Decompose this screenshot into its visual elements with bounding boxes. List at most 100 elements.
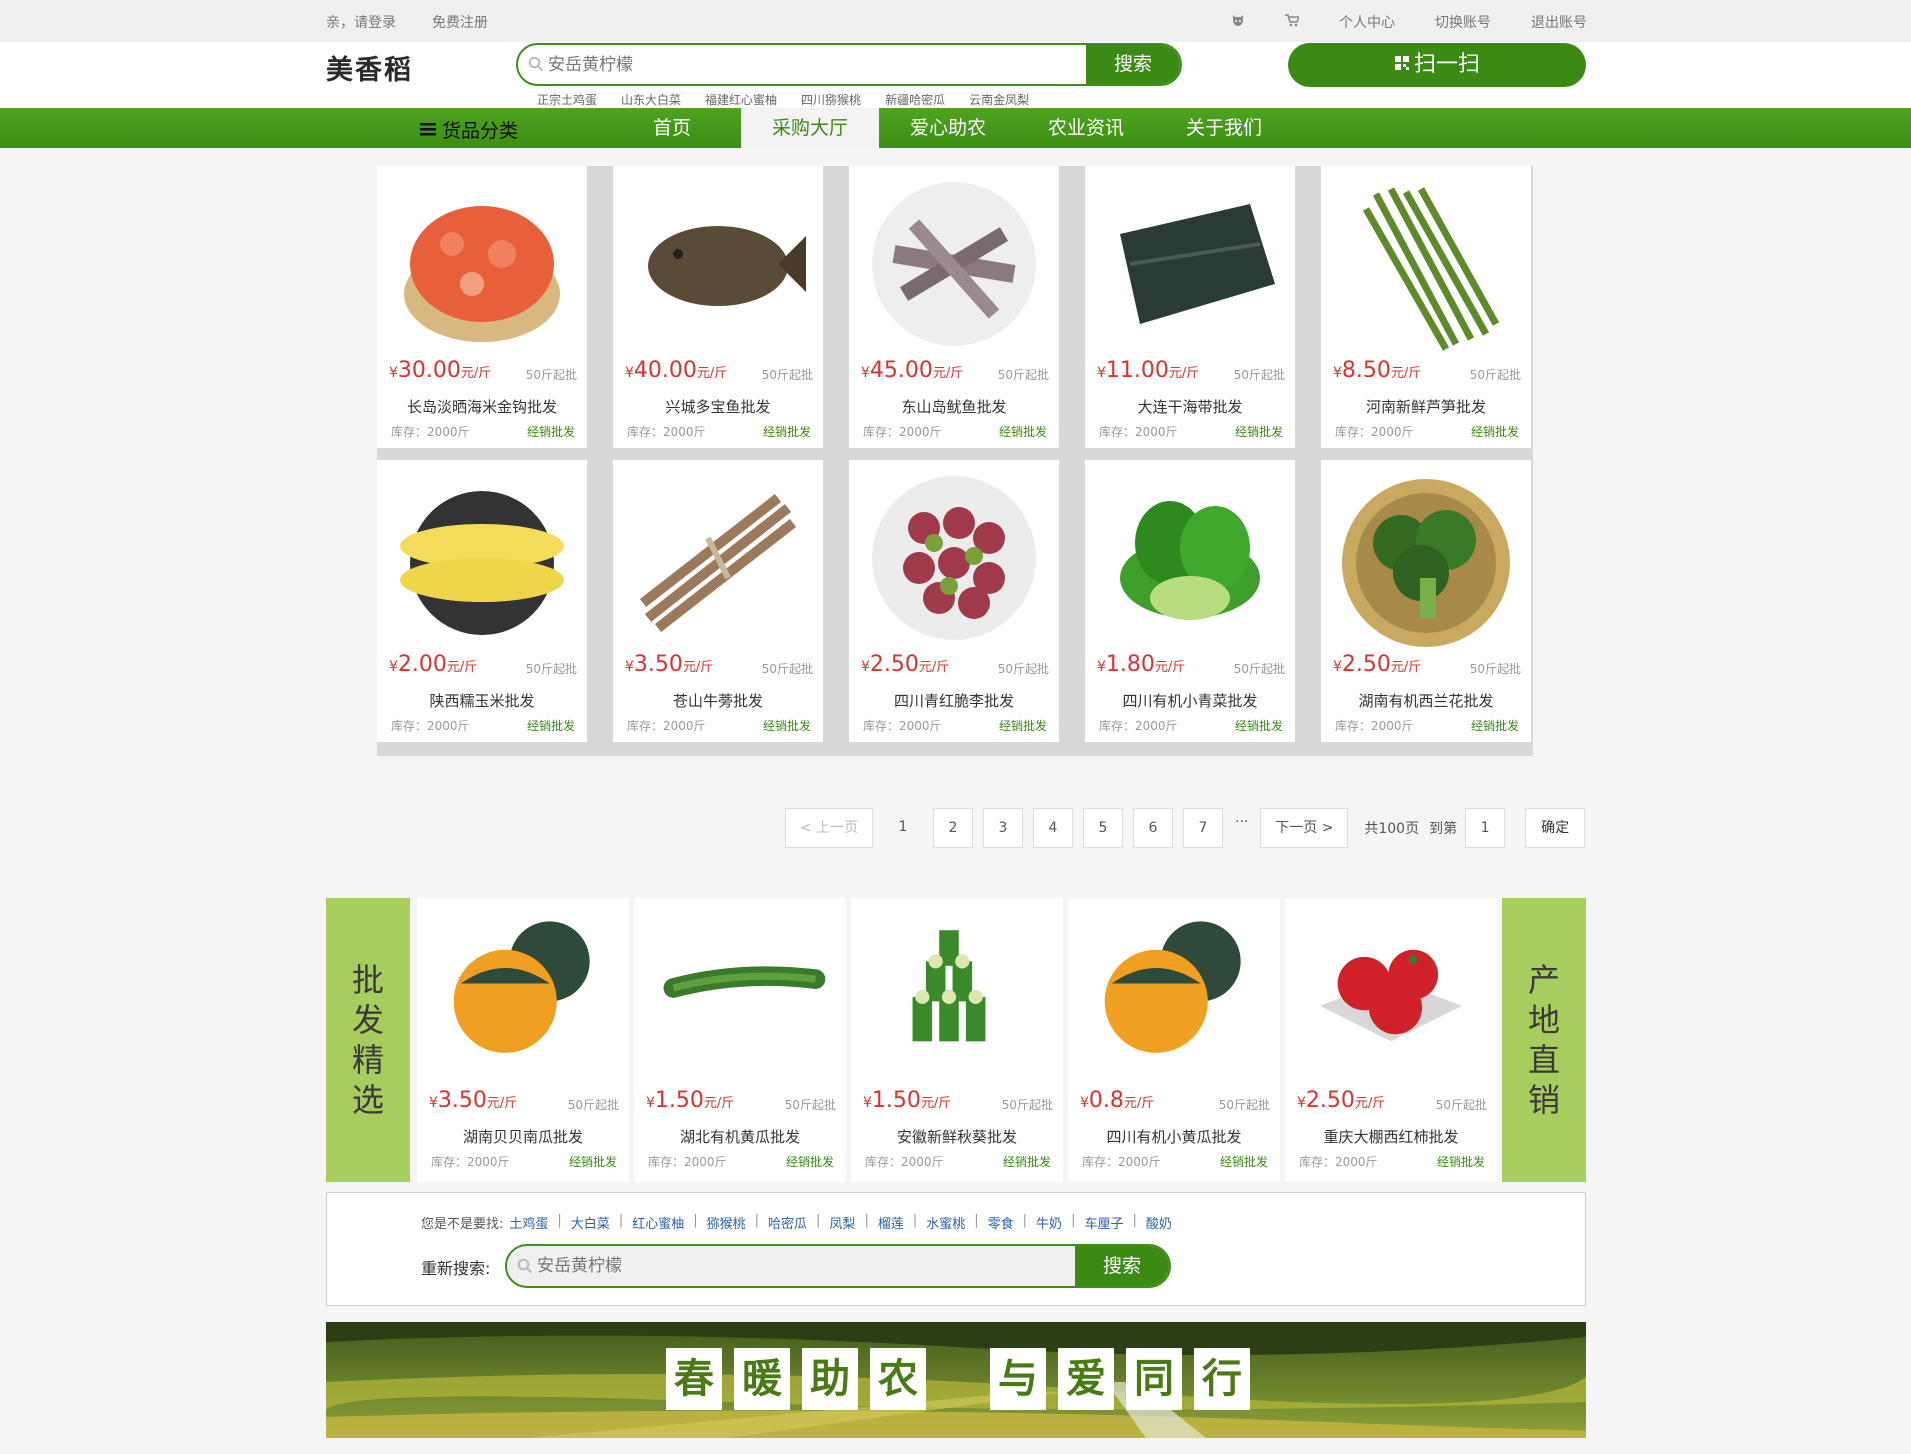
product-card[interactable]: ¥40.00元/斤 50斤起批 兴城多宝鱼批发 库存：2000斤 经销批发	[613, 166, 823, 448]
product-card[interactable]: ¥2.00元/斤 50斤起批 陕西糯玉米批发 库存：2000斤 经销批发	[377, 460, 587, 742]
page-number[interactable]: 7	[1183, 808, 1223, 848]
product-name[interactable]: 苍山牛蒡批发	[613, 690, 823, 711]
register-link[interactable]: 免费注册	[432, 12, 488, 32]
wholesale-tag[interactable]: 经销批发	[527, 423, 575, 440]
product-image[interactable]	[628, 174, 808, 354]
product-image[interactable]	[650, 908, 830, 1068]
product-image[interactable]	[1100, 468, 1280, 648]
product-card[interactable]: ¥2.50元/斤 50斤起批 四川青红脆李批发 库存：2000斤 经销批发	[849, 460, 1059, 742]
product-name[interactable]: 河南新鲜芦笋批发	[1321, 396, 1531, 417]
logout-link[interactable]: 退出账号	[1531, 12, 1587, 32]
product-card[interactable]: ¥3.50元/斤 50斤起批 苍山牛蒡批发 库存：2000斤 经销批发	[613, 460, 823, 742]
suggestion-link[interactable]: 红心蜜柚	[632, 1213, 684, 1232]
product-card[interactable]: ¥2.50元/斤 50斤起批 湖南有机西兰花批发 库存：2000斤 经销批发	[1321, 460, 1531, 742]
product-image[interactable]	[1100, 174, 1280, 354]
wholesale-tag[interactable]: 经销批发	[786, 1153, 834, 1170]
featured-card[interactable]: ¥3.50元/斤 50斤起批 湖南贝贝南瓜批发 库存：2000斤 经销批发	[417, 898, 629, 1182]
promo-banner[interactable]: 春暖助农 与爱同行	[326, 1322, 1586, 1438]
hot-keyword[interactable]: 四川猕猴桃	[801, 91, 861, 108]
product-name[interactable]: 湖南有机西兰花批发	[1321, 690, 1531, 711]
research-button[interactable]: 搜索	[1075, 1246, 1169, 1286]
page-number[interactable]: 4	[1033, 808, 1073, 848]
switch-account-link[interactable]: 切换账号	[1435, 12, 1491, 32]
search-input[interactable]	[548, 45, 1068, 84]
product-card[interactable]: ¥1.80元/斤 50斤起批 四川有机小青菜批发 库存：2000斤 经销批发	[1085, 460, 1295, 742]
product-name[interactable]: 东山岛鱿鱼批发	[849, 396, 1059, 417]
product-image[interactable]	[867, 908, 1047, 1068]
product-name[interactable]: 四川有机小青菜批发	[1085, 690, 1295, 711]
product-card[interactable]: ¥8.50元/斤 50斤起批 河南新鲜芦笋批发 库存：2000斤 经销批发	[1321, 166, 1531, 448]
suggestion-link[interactable]: 酸奶	[1146, 1213, 1172, 1232]
suggestion-link[interactable]: 哈密瓜	[768, 1213, 807, 1232]
product-name[interactable]: 四川青红脆李批发	[849, 690, 1059, 711]
page-number[interactable]: 2	[933, 808, 973, 848]
wholesale-tag[interactable]: 经销批发	[1437, 1153, 1485, 1170]
wholesale-tag[interactable]: 经销批发	[999, 717, 1047, 734]
product-image[interactable]	[433, 908, 613, 1068]
product-card[interactable]: ¥11.00元/斤 50斤起批 大连干海带批发 库存：2000斤 经销批发	[1085, 166, 1295, 448]
product-name[interactable]: 湖北有机黄瓜批发	[634, 1126, 846, 1147]
hot-keyword[interactable]: 云南金凤梨	[969, 91, 1029, 108]
page-number[interactable]: 1	[883, 808, 923, 848]
product-image[interactable]	[1301, 908, 1481, 1068]
suggestion-link[interactable]: 零食	[988, 1213, 1014, 1232]
prev-page-button[interactable]: < 上一页	[785, 808, 873, 848]
category-menu[interactable]: 货品分类	[420, 116, 518, 143]
hot-keyword[interactable]: 福建红心蜜柚	[705, 91, 777, 108]
personal-center-link[interactable]: 个人中心	[1339, 12, 1395, 32]
product-name[interactable]: 湖南贝贝南瓜批发	[417, 1126, 629, 1147]
product-name[interactable]: 安徽新鲜秋葵批发	[851, 1126, 1063, 1147]
login-link[interactable]: 亲，请登录	[326, 12, 396, 32]
wholesale-tag[interactable]: 经销批发	[1003, 1153, 1051, 1170]
research-input[interactable]	[537, 1246, 1057, 1286]
github-icon[interactable]	[1231, 14, 1245, 31]
hot-keyword[interactable]: 新疆哈密瓜	[885, 91, 945, 108]
page-number[interactable]: 3	[983, 808, 1023, 848]
product-image[interactable]	[864, 174, 1044, 354]
site-logo[interactable]: 美香稻	[326, 48, 413, 87]
wholesale-tag[interactable]: 经销批发	[1235, 423, 1283, 440]
nav-item[interactable]: 首页	[603, 108, 741, 148]
scan-button[interactable]: 扫一扫	[1288, 43, 1586, 87]
suggestion-link[interactable]: 水蜜桃	[926, 1213, 965, 1232]
wholesale-tag[interactable]: 经销批发	[1471, 717, 1519, 734]
product-name[interactable]: 四川有机小黄瓜批发	[1068, 1126, 1280, 1147]
suggestion-link[interactable]: 土鸡蛋	[509, 1213, 548, 1232]
featured-card[interactable]: ¥0.8元/斤 50斤起批 四川有机小黄瓜批发 库存：2000斤 经销批发	[1068, 898, 1280, 1182]
page-number[interactable]: 6	[1133, 808, 1173, 848]
goto-page-input[interactable]: 1	[1465, 808, 1506, 848]
suggestion-link[interactable]: 榴莲	[878, 1213, 904, 1232]
wholesale-tag[interactable]: 经销批发	[999, 423, 1047, 440]
cart-icon[interactable]	[1285, 13, 1301, 31]
product-card[interactable]: ¥30.00元/斤 50斤起批 长岛淡晒海米金钩批发 库存：2000斤 经销批发	[377, 166, 587, 448]
suggestion-link[interactable]: 凤梨	[829, 1213, 855, 1232]
suggestion-link[interactable]: 猕猴桃	[707, 1213, 746, 1232]
page-number[interactable]: 5	[1083, 808, 1123, 848]
featured-card[interactable]: ¥2.50元/斤 50斤起批 重庆大棚西红柿批发 库存：2000斤 经销批发	[1285, 898, 1497, 1182]
nav-item[interactable]: 农业资讯	[1017, 108, 1155, 148]
product-image[interactable]	[392, 174, 572, 354]
product-image[interactable]	[1336, 468, 1516, 648]
hot-keyword[interactable]: 山东大白菜	[621, 91, 681, 108]
hot-keyword[interactable]: 正宗土鸡蛋	[537, 91, 597, 108]
product-image[interactable]	[1336, 174, 1516, 354]
wholesale-tag[interactable]: 经销批发	[527, 717, 575, 734]
product-name[interactable]: 兴城多宝鱼批发	[613, 396, 823, 417]
search-button[interactable]: 搜索	[1086, 45, 1180, 84]
wholesale-tag[interactable]: 经销批发	[1471, 423, 1519, 440]
wholesale-tag[interactable]: 经销批发	[569, 1153, 617, 1170]
featured-card[interactable]: ¥1.50元/斤 50斤起批 湖北有机黄瓜批发 库存：2000斤 经销批发	[634, 898, 846, 1182]
nav-item[interactable]: 关于我们	[1155, 108, 1293, 148]
nav-item[interactable]: 爱心助农	[879, 108, 1017, 148]
suggestion-link[interactable]: 大白菜	[571, 1213, 610, 1232]
wholesale-tag[interactable]: 经销批发	[763, 717, 811, 734]
nav-item[interactable]: 采购大厅	[741, 108, 879, 148]
next-page-button[interactable]: 下一页 >	[1260, 808, 1349, 848]
product-image[interactable]	[1084, 908, 1264, 1068]
product-card[interactable]: ¥45.00元/斤 50斤起批 东山岛鱿鱼批发 库存：2000斤 经销批发	[849, 166, 1059, 448]
product-name[interactable]: 陕西糯玉米批发	[377, 690, 587, 711]
product-image[interactable]	[864, 468, 1044, 648]
suggestion-link[interactable]: 牛奶	[1036, 1213, 1062, 1232]
product-name[interactable]: 大连干海带批发	[1085, 396, 1295, 417]
product-name[interactable]: 长岛淡晒海米金钩批发	[377, 396, 587, 417]
